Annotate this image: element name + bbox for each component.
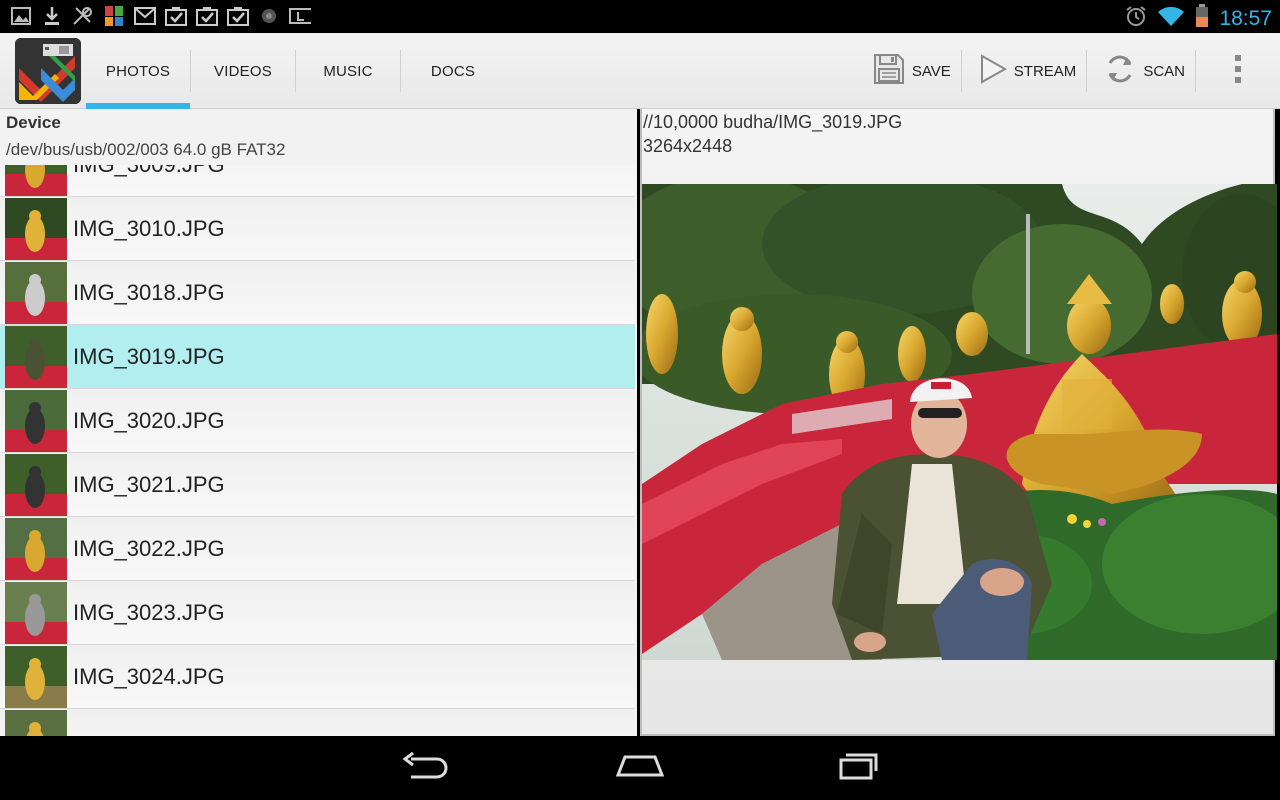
clock-time: 18:57 bbox=[1219, 6, 1272, 30]
file-name: IMG_3022.JPG bbox=[73, 535, 225, 561]
tab-videos[interactable]: VIDEOS bbox=[191, 33, 295, 109]
list-item[interactable]: IMG_3023.JPG bbox=[0, 581, 635, 645]
file-name: IMG_3018.JPG bbox=[73, 279, 225, 305]
thumbnail-image bbox=[5, 581, 67, 644]
tab-music[interactable]: MUSIC bbox=[296, 33, 400, 109]
floppy-disk-icon bbox=[872, 52, 906, 90]
app-icon bbox=[103, 5, 125, 27]
save-label: SAVE bbox=[911, 62, 951, 80]
device-path: /dev/bus/usb/002/003 64.0 gB FAT32 bbox=[6, 140, 286, 159]
thumbnail-image bbox=[5, 261, 67, 324]
back-arrow-icon bbox=[399, 751, 449, 786]
preview-file-path: //10,0000 budha/IMG_3019.JPG bbox=[643, 112, 903, 132]
action-bar: PHOTOS VIDEOS MUSIC DOCS SAVE STREAM SCA… bbox=[0, 33, 1280, 109]
gmail-icon bbox=[134, 5, 156, 27]
file-name: IMG_3023.JPG bbox=[73, 599, 225, 625]
tab-bar: PHOTOS VIDEOS MUSIC DOCS bbox=[86, 33, 505, 109]
save-button[interactable]: SAVE bbox=[862, 33, 961, 109]
file-name: IMG_3024.JPG bbox=[73, 663, 225, 689]
stream-button[interactable]: STREAM bbox=[962, 33, 1087, 109]
play-icon bbox=[978, 53, 1008, 89]
device-header: Device /dev/bus/usb/002/003 64.0 gB FAT3… bbox=[0, 109, 637, 165]
file-browser-pane: IMG_3009.JPGIMG_3010.JPGIMG_3018.JPGIMG_… bbox=[0, 109, 637, 736]
stream-label: STREAM bbox=[1013, 62, 1077, 80]
list-item[interactable]: IMG_3022.JPG bbox=[0, 517, 635, 581]
thumbnail-image bbox=[5, 453, 67, 516]
device-title: Device bbox=[6, 113, 61, 132]
preview-pane: //10,0000 budha/IMG_3019.JPG 3264x2448 bbox=[640, 109, 1277, 736]
task-icon bbox=[165, 5, 187, 27]
thumbnail-image bbox=[5, 325, 67, 388]
navigation-bar bbox=[0, 736, 1280, 800]
file-name: IMG_3010.JPG bbox=[73, 215, 225, 241]
scan-button[interactable]: SCAN bbox=[1087, 33, 1195, 109]
task-icon bbox=[196, 5, 218, 27]
alarm-icon bbox=[1125, 5, 1147, 32]
back-button[interactable] bbox=[394, 748, 454, 788]
overflow-menu-button[interactable] bbox=[1196, 33, 1280, 109]
status-bar: 18:57 bbox=[0, 0, 1280, 33]
recent-apps-icon bbox=[832, 751, 882, 786]
scan-label: SCAN bbox=[1143, 62, 1185, 80]
action-buttons: SAVE STREAM SCAN bbox=[862, 33, 1280, 109]
box-icon bbox=[289, 5, 311, 27]
file-list: IMG_3009.JPGIMG_3010.JPGIMG_3018.JPGIMG_… bbox=[0, 133, 635, 736]
file-name: IMG_3019.JPG bbox=[73, 343, 225, 369]
preview-dimensions: 3264x2448 bbox=[643, 136, 733, 156]
thumbnail-image bbox=[5, 517, 67, 580]
list-item[interactable]: IMG_3019.JPG bbox=[0, 325, 635, 389]
list-item[interactable]: IMG_3020.JPG bbox=[0, 389, 635, 453]
thumbnail-image bbox=[5, 389, 67, 452]
task-icon bbox=[227, 5, 249, 27]
thumbnail-image bbox=[5, 709, 67, 736]
notification-icons bbox=[10, 5, 311, 27]
more-vertical-icon bbox=[1234, 54, 1242, 89]
status-right: 18:57 bbox=[1125, 4, 1272, 33]
file-name: IMG_3020.JPG bbox=[73, 407, 225, 433]
home-button[interactable] bbox=[610, 748, 670, 788]
wifi-icon bbox=[1157, 5, 1185, 32]
list-item[interactable]: IMG_3010.JPG bbox=[0, 197, 635, 261]
list-item[interactable]: IMG_3021.JPG bbox=[0, 453, 635, 517]
battery-icon bbox=[1195, 4, 1209, 33]
gallery-icon bbox=[10, 5, 32, 27]
home-icon bbox=[615, 751, 665, 786]
thumbnail-image bbox=[5, 197, 67, 260]
tab-photos[interactable]: PHOTOS bbox=[86, 33, 190, 109]
tab-docs[interactable]: DOCS bbox=[401, 33, 505, 109]
recent-apps-button[interactable] bbox=[827, 748, 887, 788]
list-item[interactable]: IMG_3024.JPG bbox=[0, 645, 635, 709]
circle-icon bbox=[258, 5, 280, 27]
list-item[interactable]: IMG_3018.JPG bbox=[0, 261, 635, 325]
tools-icon bbox=[72, 5, 94, 27]
list-item[interactable] bbox=[0, 709, 635, 736]
refresh-icon bbox=[1103, 52, 1137, 90]
download-icon bbox=[41, 5, 63, 27]
app-logo-icon[interactable] bbox=[15, 38, 81, 104]
photo-preview[interactable] bbox=[642, 184, 1277, 660]
file-name: IMG_3021.JPG bbox=[73, 471, 225, 497]
thumbnail-image bbox=[5, 645, 67, 708]
